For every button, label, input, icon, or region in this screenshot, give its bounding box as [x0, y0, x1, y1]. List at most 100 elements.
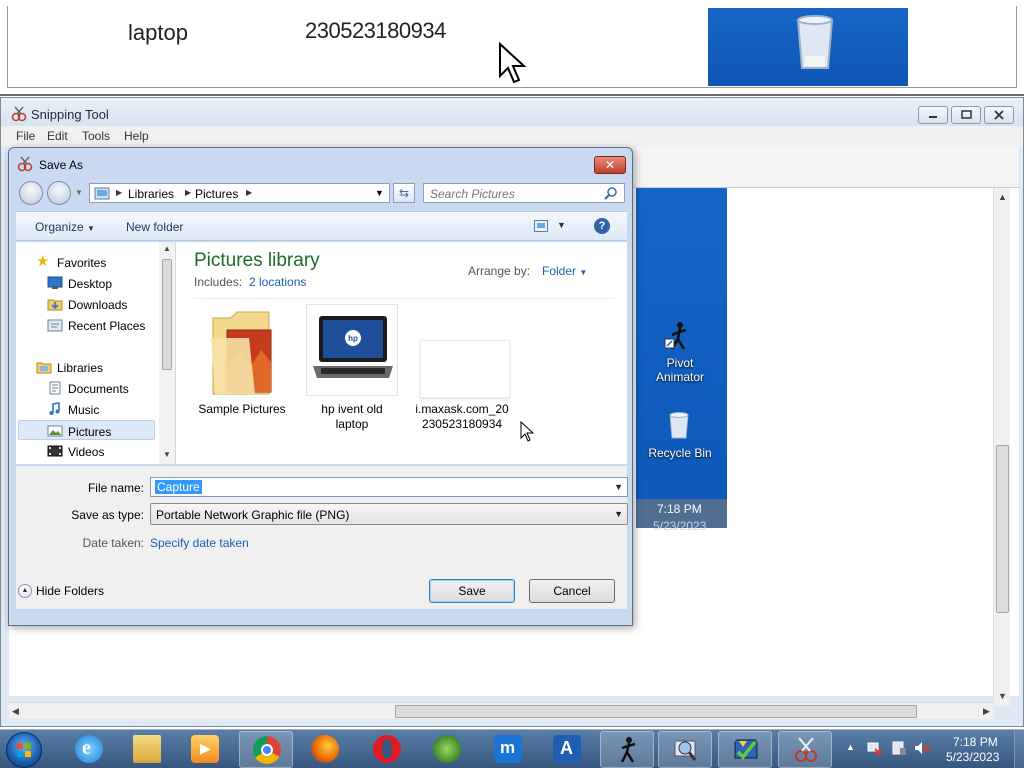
breadcrumb-pictures[interactable]: Pictures [195, 187, 238, 201]
taskbar-file-explorer[interactable] [120, 731, 174, 768]
breadcrumb-separator-icon[interactable]: ▶ [246, 188, 252, 197]
cancel-button[interactable]: Cancel [529, 579, 615, 603]
nav-desktop[interactable]: Desktop [18, 273, 155, 293]
specify-date-link[interactable]: Specify date taken [150, 536, 249, 550]
network-icon[interactable] [866, 740, 882, 756]
nav-favorites[interactable]: ★ Favorites [18, 252, 155, 272]
maximize-button[interactable] [951, 106, 981, 124]
nav-scrollbar[interactable]: ▲ ▼ [159, 242, 175, 464]
address-bar[interactable]: ▶ Libraries ▶ Pictures ▶ ▼ [89, 183, 390, 203]
organize-button[interactable]: Organize ▼ [35, 220, 95, 234]
menu-edit[interactable]: Edit [47, 129, 68, 143]
taskbar-firefox[interactable] [298, 731, 352, 768]
folder-icon [211, 311, 272, 395]
arrange-by-dropdown[interactable]: Folder ▼ [542, 264, 587, 278]
nav-libraries[interactable]: Libraries [18, 357, 155, 377]
nav-documents[interactable]: Documents [18, 378, 155, 398]
taskbar-internet-explorer[interactable]: e [62, 731, 116, 768]
hide-folders-button[interactable]: Hide Folders [36, 584, 104, 598]
recent-pages-icon[interactable]: ▼ [75, 188, 83, 197]
nav-scroll-thumb[interactable] [162, 259, 172, 370]
horizontal-scroll-thumb[interactable] [395, 705, 917, 718]
window-title: Snipping Tool [31, 107, 109, 122]
taskbar-chrome[interactable] [239, 731, 293, 768]
taskbar-magnifier[interactable] [658, 731, 712, 768]
view-dropdown-icon[interactable]: ▼ [557, 220, 566, 230]
save-as-dialog: Save As ✕ ▼ ▶ Libraries ▶ Pictures ▶ ▼ ⇆… [8, 147, 633, 626]
taskbar-maxthon[interactable]: m [481, 731, 535, 768]
horizontal-scrollbar[interactable]: ◀ ▶ [9, 702, 994, 719]
taskbar-media-player[interactable]: ▶ [178, 731, 232, 768]
vertical-scroll-thumb[interactable] [996, 445, 1009, 613]
windows-logo-icon [17, 743, 31, 757]
volume-muted-icon[interactable] [914, 740, 930, 756]
search-box[interactable] [423, 183, 625, 203]
menu-help[interactable]: Help [124, 129, 149, 143]
breadcrumb-libraries[interactable]: Libraries [128, 187, 174, 201]
snip-titlebar[interactable]: Snipping Tool [1, 98, 1023, 126]
search-input[interactable] [430, 187, 600, 201]
minimize-button[interactable] [918, 106, 948, 124]
taskbar-checklist-app[interactable] [718, 731, 772, 768]
nav-downloads-label: Downloads [68, 298, 128, 312]
clock-date[interactable]: 5/23/2023 [946, 750, 999, 764]
taskbar-pivot-animator[interactable] [600, 731, 654, 768]
new-folder-button[interactable]: New folder [126, 220, 183, 234]
search-icon [604, 187, 617, 200]
taskbar-green-app[interactable] [420, 731, 474, 768]
scroll-left-icon[interactable]: ◀ [12, 706, 19, 717]
command-bar: Organize ▼ New folder ▼ ? [16, 211, 627, 241]
snipping-tool-icon [11, 106, 27, 122]
chevron-down-icon[interactable]: ▼ [614, 482, 623, 492]
back-button[interactable] [19, 181, 43, 205]
action-center-icon[interactable] [891, 740, 907, 756]
breadcrumb-separator-icon[interactable]: ▶ [185, 188, 191, 197]
library-icon [94, 187, 110, 200]
nav-downloads[interactable]: Downloads [18, 294, 155, 314]
nav-videos[interactable]: Videos [18, 441, 155, 461]
nav-documents-label: Documents [68, 382, 129, 396]
snipping-tool-icon [17, 156, 33, 172]
save-button[interactable]: Save [429, 579, 515, 603]
menu-tools[interactable]: Tools [82, 129, 110, 143]
file-item-label: hp ivent old laptop [321, 402, 383, 431]
scroll-down-icon[interactable]: ▼ [163, 450, 171, 459]
show-desktop-button[interactable] [1014, 730, 1024, 768]
filename-combo[interactable]: Capture ▼ [150, 477, 628, 497]
refresh-button[interactable]: ⇆ [393, 183, 415, 203]
dialog-close-button[interactable]: ✕ [594, 156, 626, 174]
libraries-icon [36, 362, 52, 374]
address-dropdown-icon[interactable]: ▼ [375, 188, 384, 198]
dialog-titlebar[interactable]: Save As ✕ [9, 148, 632, 178]
show-hidden-icons-button[interactable]: ▲ [846, 742, 855, 752]
pictures-icon [47, 425, 63, 437]
chevron-up-icon[interactable]: ▲ [18, 584, 32, 598]
scroll-up-icon[interactable]: ▲ [998, 192, 1007, 202]
save-type-select[interactable]: Portable Network Graphic file (PNG) ▼ [150, 503, 628, 525]
change-view-icon[interactable] [534, 220, 548, 232]
taskbar-a-app[interactable]: A [540, 731, 594, 768]
laptop-thumbnail-icon: hp [313, 316, 393, 378]
content-divider [194, 298, 614, 299]
scroll-up-icon[interactable]: ▲ [163, 244, 171, 253]
clock-time[interactable]: 7:18 PM [953, 735, 998, 749]
menu-file[interactable]: File [16, 129, 35, 143]
start-button[interactable] [6, 732, 42, 768]
scroll-down-icon[interactable]: ▼ [998, 691, 1007, 701]
breadcrumb-separator-icon[interactable]: ▶ [116, 188, 122, 197]
taskbar-snipping-tool[interactable] [778, 731, 832, 768]
desktop-icon [47, 276, 63, 289]
library-title: Pictures library [194, 250, 320, 271]
close-button[interactable] [984, 106, 1014, 124]
help-icon[interactable]: ? [594, 218, 610, 234]
nav-pictures[interactable]: Pictures [18, 420, 155, 440]
forward-button[interactable] [47, 181, 71, 205]
vertical-scrollbar[interactable]: ▲ ▼ [993, 188, 1010, 706]
filename-value[interactable]: Capture [155, 480, 202, 494]
file-list-pane: Pictures library Includes: 2 locations A… [176, 242, 627, 464]
library-locations-link[interactable]: 2 locations [249, 275, 306, 289]
taskbar-opera[interactable] [360, 731, 414, 768]
scroll-right-icon[interactable]: ▶ [983, 706, 990, 717]
nav-recent-places[interactable]: Recent Places [18, 315, 155, 335]
nav-music[interactable]: Music [18, 399, 155, 419]
